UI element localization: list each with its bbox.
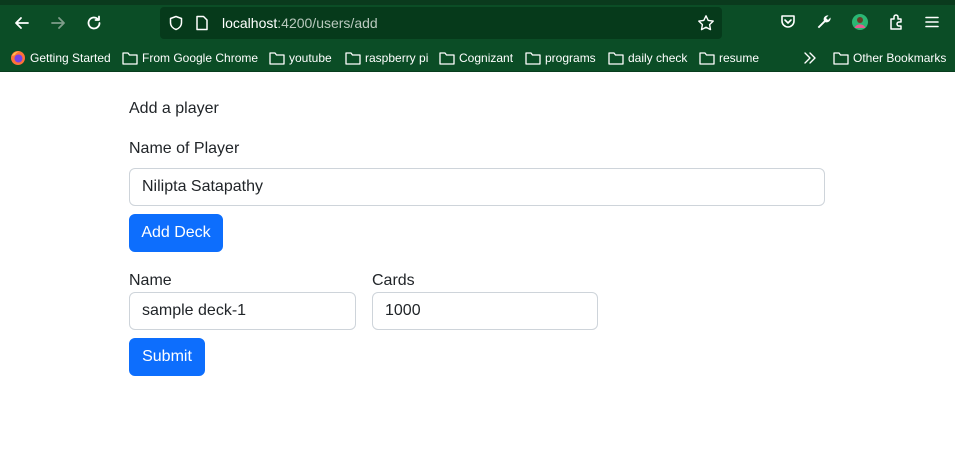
page-title: Add a player xyxy=(129,100,219,117)
deck-name-value: sample deck-1 xyxy=(142,302,247,319)
bookmarks-overflow-button[interactable] xyxy=(803,49,821,67)
player-name-input[interactable]: Nilipta Satapathy xyxy=(129,168,825,206)
player-name-value: Nilipta Satapathy xyxy=(142,178,263,195)
folder-icon xyxy=(345,52,361,65)
folder-icon xyxy=(525,52,541,65)
shield-icon[interactable] xyxy=(166,13,186,33)
arrow-right-icon xyxy=(51,17,65,29)
firefox-icon xyxy=(11,51,25,65)
browser-toolbar: localhost:4200/users/add xyxy=(0,0,955,44)
submit-label: Submit xyxy=(142,348,192,365)
submit-button[interactable]: Submit xyxy=(129,338,205,376)
bookmark-label: From Google Chrome xyxy=(142,51,259,65)
reload-button[interactable] xyxy=(81,10,107,36)
url-host: localhost xyxy=(222,15,278,31)
bookmark-label: Other Bookmarks xyxy=(853,51,947,65)
forward-button[interactable] xyxy=(45,10,71,36)
extensions-icon[interactable] xyxy=(885,11,907,33)
url-text[interactable]: localhost:4200/users/add xyxy=(222,15,378,31)
bookmark-cognizant[interactable]: Cognizant xyxy=(439,49,513,67)
folder-icon xyxy=(833,52,849,65)
bookmark-from-google-chrome[interactable]: From Google Chrome xyxy=(122,49,258,67)
folder-icon xyxy=(439,52,455,65)
bookmark-resume[interactable]: resume xyxy=(699,49,759,67)
pocket-icon[interactable] xyxy=(777,11,799,33)
deck-name-label: Name xyxy=(129,272,172,289)
deck-name-input[interactable]: sample deck-1 xyxy=(129,292,356,330)
url-path: :4200/users/add xyxy=(277,15,378,31)
wrench-icon[interactable] xyxy=(813,11,835,33)
bookmark-label: raspberry pi xyxy=(365,51,429,65)
bookmark-other-bookmarks[interactable]: Other Bookmarks xyxy=(833,49,946,67)
bookmark-label: Cognizant xyxy=(459,51,514,65)
bookmark-youtube[interactable]: youtube xyxy=(269,49,332,67)
bookmark-getting-started[interactable]: Getting Started xyxy=(10,49,111,67)
bookmarks-bar: Getting Started From Google Chrome youtu… xyxy=(0,44,955,72)
bookmark-label: resume xyxy=(719,51,760,65)
add-deck-label: Add Deck xyxy=(141,224,211,241)
bookmark-star-icon[interactable] xyxy=(696,13,716,33)
back-button[interactable] xyxy=(9,10,35,36)
folder-icon xyxy=(122,52,138,65)
page-icon[interactable] xyxy=(192,13,212,33)
address-bar[interactable]: localhost:4200/users/add xyxy=(160,7,722,39)
chevron-double-right-icon xyxy=(804,52,816,64)
player-name-label: Name of Player xyxy=(129,140,240,157)
bookmark-label: Getting Started xyxy=(30,51,111,65)
folder-icon xyxy=(699,52,715,65)
bookmark-label: daily check xyxy=(628,51,688,65)
reload-icon xyxy=(87,15,101,30)
bookmark-raspberry-pi[interactable]: raspberry pi xyxy=(345,49,428,67)
avatar[interactable] xyxy=(849,11,871,33)
cards-input[interactable]: 1000 xyxy=(372,292,598,330)
bookmark-daily-check[interactable]: daily check xyxy=(608,49,687,67)
folder-icon xyxy=(269,52,285,65)
folder-icon xyxy=(608,52,624,65)
add-deck-button[interactable]: Add Deck xyxy=(129,214,223,252)
bookmark-programs[interactable]: programs xyxy=(525,49,596,67)
menu-icon[interactable] xyxy=(921,11,943,33)
bookmark-label: youtube xyxy=(289,51,332,65)
bookmark-label: programs xyxy=(545,51,596,65)
cards-label: Cards xyxy=(372,272,415,289)
cards-value: 1000 xyxy=(385,302,421,319)
arrow-left-icon xyxy=(15,17,29,29)
